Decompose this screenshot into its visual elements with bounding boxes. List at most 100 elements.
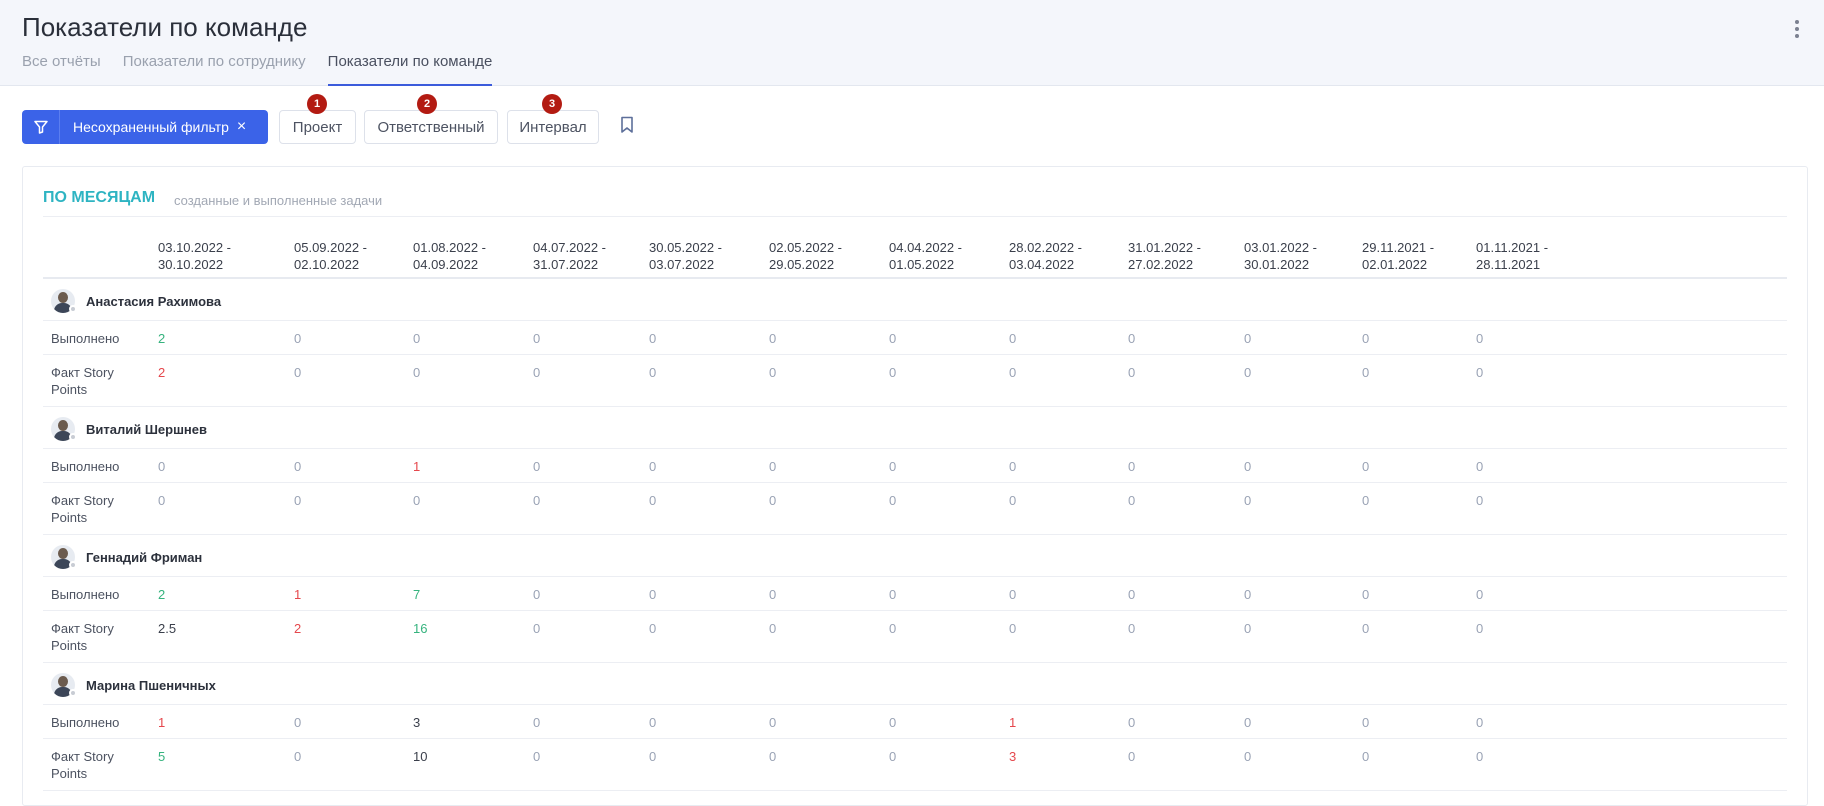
metric-value: 0 [889,749,897,764]
metric-value: 0 [158,493,166,508]
avatar-head [58,548,68,559]
metric-value: 0 [533,587,541,602]
metric-value: 0 [1362,715,1370,730]
metric-value: 0 [1362,331,1370,346]
metric-value: 2 [158,587,166,602]
metric-value: 1 [294,587,302,602]
metric-value: 0 [294,715,302,730]
status-indicator [69,305,77,313]
person-row: Геннадий Фриман [43,535,1787,577]
assignee-filter-button[interactable]: Ответственный 2 [364,94,498,144]
metric-value: 0 [1128,749,1136,764]
metric-value: 0 [889,365,897,380]
tab-team-metrics[interactable]: Показатели по команде [327,52,493,86]
metric-value: 0 [294,493,302,508]
status-indicator [69,433,77,441]
metric-value: 0 [769,365,777,380]
metric-value: 0 [649,331,657,346]
table-header-row: 03.10.2022 - 30.10.2022 05.09.2022 - 02.1… [43,239,1787,279]
person-name: Марина Пшеничных [86,678,216,693]
metric-label: Факт Story Points [51,365,114,397]
period-header: 03.10.2022 - 30.10.2022 [158,240,232,272]
page-title: Показатели по команде [22,12,308,42]
metric-value: 0 [649,715,657,730]
metric-value: 2.5 [158,621,177,636]
metric-value: 0 [1362,587,1370,602]
metric-value: 7 [413,587,421,602]
page-header: Показатели по команде Все отчёты Показат… [0,0,1824,86]
metric-value: 0 [1476,493,1484,508]
metric-row-story-points: Факт Story Points 2 0 0 0 0 0 0 0 0 0 0 0 [43,355,1787,407]
metric-value: 0 [1476,331,1484,346]
metric-value: 0 [533,365,541,380]
metric-value: 0 [1009,459,1017,474]
close-icon[interactable]: × [237,118,246,136]
interval-filter-label: Интервал [519,118,587,136]
metric-value: 0 [1128,587,1136,602]
tab-all-reports[interactable]: Все отчёты [22,52,101,86]
metric-value: 0 [1476,749,1484,764]
tab-employee-metrics[interactable]: Показатели по сотруднику [123,52,306,86]
metric-value: 0 [649,365,657,380]
project-filter-badge: 1 [307,94,327,114]
metric-value: 0 [1362,749,1370,764]
metric-value: 0 [1009,587,1017,602]
metric-label: Факт Story Points [51,621,114,653]
metric-value: 0 [1244,715,1252,730]
metric-value: 0 [769,493,777,508]
period-header: 03.01.2022 - 30.01.2022 [1244,240,1318,272]
metric-value: 0 [294,365,302,380]
metric-value: 0 [533,621,541,636]
metric-value: 0 [1128,365,1136,380]
filter-icon[interactable] [22,110,60,144]
metric-value: 0 [1128,715,1136,730]
metric-value: 0 [769,331,777,346]
metric-value: 0 [533,459,541,474]
avatar-head [58,676,68,687]
filter-bar: Несохраненный фильтр × Проект 1 Ответств… [22,94,722,144]
metric-value: 0 [1362,493,1370,508]
metric-value: 0 [1128,493,1136,508]
metric-value: 0 [294,459,302,474]
metric-row-done: Выполнено 2 1 7 0 0 0 0 0 0 0 0 0 [43,577,1787,611]
metric-value: 0 [769,749,777,764]
metric-value: 0 [1476,715,1484,730]
metric-value: 0 [649,493,657,508]
metric-value: 0 [1009,621,1017,636]
metric-label: Выполнено [51,587,120,602]
project-filter-button[interactable]: Проект 1 [279,94,356,144]
metric-value: 0 [1244,365,1252,380]
interval-filter-button[interactable]: Интервал 3 [507,94,599,144]
bookmark-icon[interactable] [620,116,634,136]
more-vertical-icon[interactable] [1794,20,1800,38]
metric-value: 3 [1009,749,1017,764]
metric-value: 0 [889,715,897,730]
unsaved-filter-button[interactable]: Несохраненный фильтр × [22,110,268,144]
metric-label: Выполнено [51,331,120,346]
metric-label: Выполнено [51,459,120,474]
metric-row-done: Выполнено 2 0 0 0 0 0 0 0 0 0 0 0 [43,321,1787,355]
metric-value: 0 [889,587,897,602]
metric-value: 0 [413,331,421,346]
metric-value: 0 [889,331,897,346]
metric-value: 0 [533,715,541,730]
metric-value: 0 [1009,365,1017,380]
person-row: Виталий Шершнев [43,407,1787,449]
period-header: 28.02.2022 - 03.04.2022 [1009,240,1083,272]
metric-value: 0 [1476,587,1484,602]
metric-value: 0 [889,621,897,636]
period-header: 05.09.2022 - 02.10.2022 [294,240,368,272]
metric-value: 0 [158,459,166,474]
period-header: 31.01.2022 - 27.02.2022 [1128,240,1202,272]
metric-label: Выполнено [51,715,120,730]
metric-value: 0 [1244,331,1252,346]
report-header: ПО МЕСЯЦАМ созданные и выполненные задач… [43,187,1787,217]
metric-value: 0 [769,715,777,730]
metric-label: Факт Story Points [51,493,114,525]
metric-value: 3 [413,715,421,730]
metric-value: 10 [413,749,428,764]
metric-value: 0 [1244,621,1252,636]
period-header: 30.05.2022 - 03.07.2022 [649,240,723,272]
person-name: Виталий Шершнев [86,422,207,437]
metric-value: 0 [1244,749,1252,764]
